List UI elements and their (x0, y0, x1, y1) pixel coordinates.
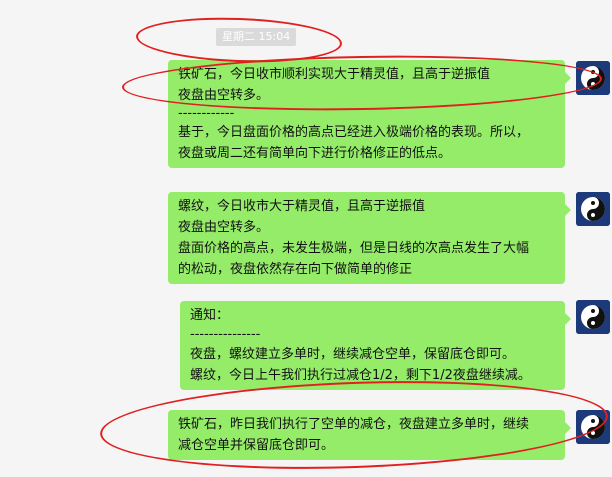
message-bubble[interactable]: 螺纹，今日收市大于精灵值，且高于逆振值 夜盘由空转多。 盘面价格的高点，未发生极… (168, 192, 571, 284)
chat-timestamp: 星期二 15:04 (216, 28, 297, 46)
message-line: 减仓空单并保留底仓即可。 (178, 438, 335, 453)
message-line: 的松动，夜盘依然存在向下做简单的修正 (178, 262, 413, 277)
message-line: 通知： (190, 308, 230, 323)
message-line: --------------- (190, 327, 261, 342)
message-line: 基于，今日盘面价格的高点已经进入极端价格的表现。所以， (178, 125, 530, 140)
avatar[interactable] (576, 192, 610, 226)
message-line: 夜盘由空转多。 (178, 88, 270, 103)
message-bubble[interactable]: 铁矿石，今日收市顺利实现大于精灵值，且高于逆振值 夜盘由空转多。 -------… (168, 60, 571, 168)
message-line: 铁矿石，今日收市顺利实现大于精灵值，且高于逆振值 (178, 67, 491, 82)
yin-yang-icon (576, 300, 610, 334)
yin-yang-icon (576, 192, 610, 226)
message-line: ------------ (178, 106, 235, 121)
message-line: 夜盘或周二还有简单向下进行价格修正的低点。 (178, 146, 452, 161)
avatar[interactable] (576, 300, 610, 334)
message-line: 夜盘由空转多。 (178, 220, 270, 235)
message-bubble[interactable]: 铁矿石，昨日我们执行了空单的减仓，夜盘建立多单时，继续 减仓空单并保留底仓即可。 (168, 410, 571, 460)
avatar[interactable] (576, 61, 610, 95)
message-line: 盘面价格的高点，未发生极端，但是日线的次高点发生了大幅 (178, 241, 530, 256)
message-bubble[interactable]: 通知： --------------- 夜盘，螺纹建立多单时，继续减仓空单，保留… (180, 301, 571, 390)
avatar[interactable] (576, 410, 610, 444)
yin-yang-icon (576, 61, 610, 95)
yin-yang-icon (576, 410, 610, 444)
message-line: 铁矿石，昨日我们执行了空单的减仓，夜盘建立多单时，继续 (178, 417, 530, 432)
message-line: 夜盘，螺纹建立多单时，继续减仓空单，保留底仓即可。 (190, 347, 516, 362)
message-line: 螺纹，今日上午我们执行过减仓1/2，剩下1/2夜盘继续减。 (190, 368, 531, 383)
message-line: 螺纹，今日收市大于精灵值，且高于逆振值 (178, 199, 426, 214)
